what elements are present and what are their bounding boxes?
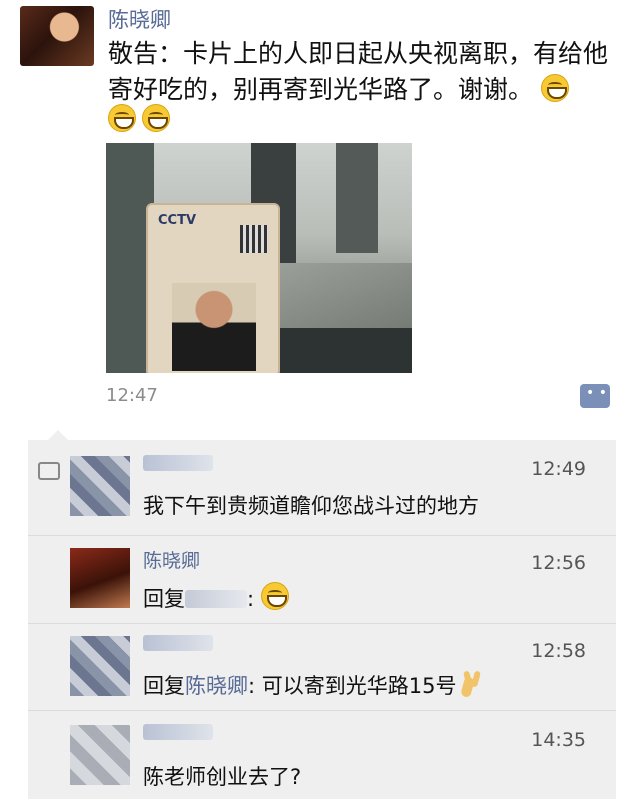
avatar[interactable] xyxy=(70,636,130,696)
poster-avatar[interactable] xyxy=(20,6,94,66)
reply-body: : 可以寄到光华路15号 xyxy=(248,674,457,698)
comment-author[interactable] xyxy=(143,454,213,476)
building xyxy=(336,143,378,253)
badge-logo: CCTV xyxy=(158,213,197,228)
post-text: 敬告：卡片上的人即日起从央视离职，有给他寄好吃的，别再寄到光华路了。谢谢。 xyxy=(108,36,613,108)
comment-author[interactable] xyxy=(143,634,213,656)
badge-photo xyxy=(172,283,256,371)
avatar[interactable] xyxy=(70,456,130,516)
comment-bubble-icon xyxy=(38,462,60,480)
blurred-name xyxy=(143,724,213,740)
comment-row[interactable]: 14:35 陈老师创业去了? xyxy=(28,710,616,800)
post-photo[interactable]: CCTV xyxy=(106,143,412,373)
reply-suffix: : xyxy=(247,587,255,611)
id-badge: CCTV xyxy=(146,203,280,373)
comment-text: 回复: xyxy=(143,582,289,613)
grinning-emoji-icon xyxy=(540,74,569,102)
comment-time: 12:58 xyxy=(531,640,586,662)
victory-hand-icon xyxy=(463,671,485,697)
reply-prefix: 回复 xyxy=(143,674,185,698)
blurred-name xyxy=(185,590,247,608)
reply-prefix: 回复 xyxy=(143,587,185,611)
comment-author[interactable]: 陈晓卿 xyxy=(143,546,200,573)
comment-time: 12:56 xyxy=(531,552,586,574)
comment-action-icon[interactable] xyxy=(580,384,610,408)
comments-section: 12:49 我下午到贵频道瞻仰您战斗过的地方 陈晓卿 12:56 回复: 12:… xyxy=(28,430,616,800)
comment-row[interactable]: 陈晓卿 12:56 回复: xyxy=(28,535,616,624)
comment-row[interactable]: 12:49 我下午到贵频道瞻仰您战斗过的地方 xyxy=(28,440,616,535)
avatar[interactable] xyxy=(70,725,130,785)
poster-name[interactable]: 陈晓卿 xyxy=(108,4,171,34)
blurred-name xyxy=(143,635,213,651)
mention-link[interactable]: 陈晓卿 xyxy=(185,674,248,698)
grinning-emoji-icon xyxy=(108,104,136,132)
comment-author[interactable] xyxy=(143,723,213,745)
comment-row[interactable]: 12:58 回复陈晓卿: 可以寄到光华路15号 xyxy=(28,623,616,711)
grinning-emoji-icon xyxy=(142,104,170,132)
avatar[interactable] xyxy=(70,548,130,608)
post-time: 12:47 xyxy=(106,385,158,406)
grinning-emoji-icon xyxy=(260,582,289,610)
comment-time: 12:49 xyxy=(531,458,586,480)
blurred-name xyxy=(143,455,213,471)
comment-time: 14:35 xyxy=(531,729,586,751)
emoji-row xyxy=(108,104,176,132)
comment-text: 我下午到贵频道瞻仰您战斗过的地方 xyxy=(143,494,479,518)
comment-text: 回复陈晓卿: 可以寄到光华路15号 xyxy=(143,670,485,700)
qr-code-icon xyxy=(240,225,268,253)
comment-text: 陈老师创业去了? xyxy=(143,765,302,789)
post-body: 敬告：卡片上的人即日起从央视离职，有给他寄好吃的，别再寄到光华路了。谢谢。 xyxy=(108,39,609,104)
